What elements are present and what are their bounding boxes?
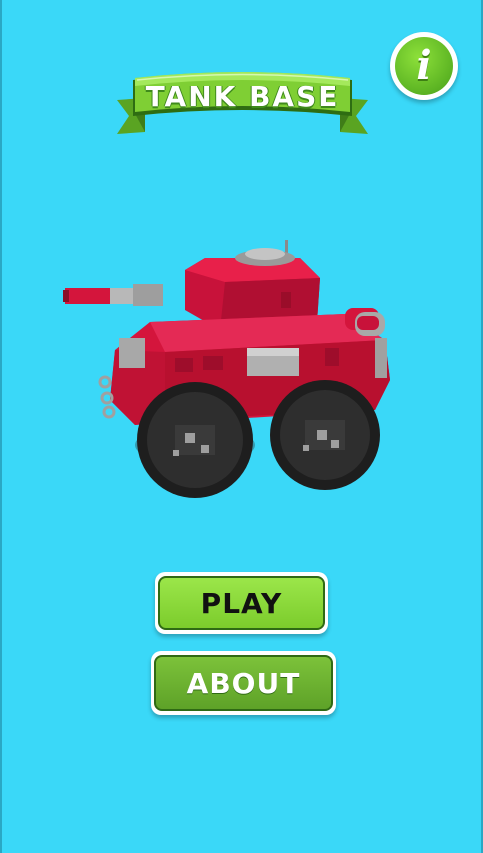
info-icon: i [395, 37, 453, 95]
front-wheel [137, 382, 253, 498]
info-icon-glyph: i [416, 42, 432, 89]
title-text: TANK BASE [145, 79, 340, 113]
about-button[interactable]: ABOUT [151, 651, 336, 715]
about-button-label: ABOUT [154, 655, 333, 711]
rear-wheel [270, 380, 380, 490]
tank-illustration [63, 240, 390, 498]
info-button[interactable]: i [390, 32, 458, 100]
title-banner: TANK BASE [115, 70, 370, 140]
play-button[interactable]: PLAY [155, 572, 328, 634]
play-button-label: PLAY [158, 576, 325, 630]
